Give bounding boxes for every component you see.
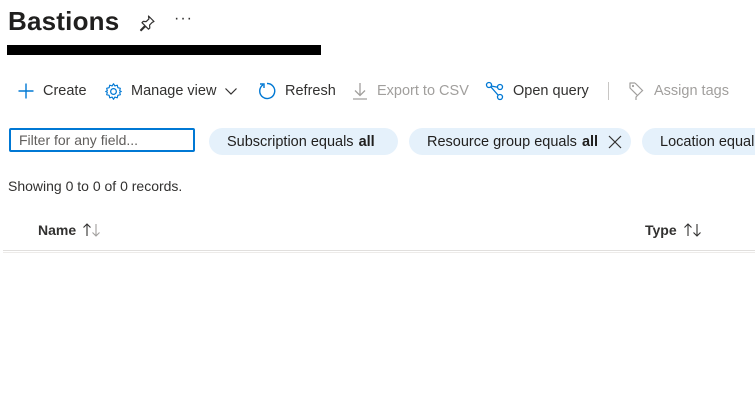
toolbar-separator xyxy=(608,82,609,100)
assign-tags-button[interactable]: Assign tags xyxy=(627,78,729,104)
manage-view-label: Manage view xyxy=(131,83,217,99)
plus-icon xyxy=(18,83,34,99)
filter-input[interactable] xyxy=(9,128,195,152)
table-header-divider xyxy=(3,250,755,251)
chevron-down-icon xyxy=(225,88,238,95)
export-csv-button[interactable]: Export to CSV xyxy=(351,78,469,104)
subscription-filter-label: Subscription equals xyxy=(227,133,354,150)
open-query-button[interactable]: Open query xyxy=(485,78,589,104)
open-query-label: Open query xyxy=(513,83,589,99)
refresh-icon xyxy=(259,82,276,100)
redacted-subtitle xyxy=(7,45,321,55)
sort-icon xyxy=(82,222,102,238)
column-header-type-label: Type xyxy=(645,222,677,238)
subscription-filter-value: all xyxy=(358,133,375,150)
records-count: Showing 0 to 0 of 0 records. xyxy=(8,178,183,194)
tag-icon xyxy=(629,82,644,100)
column-header-name-label: Name xyxy=(38,222,77,238)
gear-icon xyxy=(105,82,122,100)
more-options-icon[interactable]: ··· xyxy=(174,10,193,28)
location-filter-label: Location equal xyxy=(660,133,755,150)
table-header-divider-shadow xyxy=(3,252,755,253)
column-header-type[interactable]: Type xyxy=(645,222,703,238)
pin-icon[interactable] xyxy=(137,13,157,33)
refresh-button[interactable]: Refresh xyxy=(257,78,336,104)
location-filter-pill[interactable]: Location equal xyxy=(642,128,755,155)
query-graph-icon xyxy=(485,81,504,101)
column-header-name[interactable]: Name xyxy=(38,222,102,238)
export-csv-label: Export to CSV xyxy=(377,83,469,99)
resource-group-filter-value: all xyxy=(581,133,599,150)
close-icon[interactable] xyxy=(608,135,622,149)
download-icon xyxy=(353,83,367,100)
sort-icon xyxy=(683,222,703,238)
assign-tags-label: Assign tags xyxy=(654,83,729,99)
resource-group-filter-label: Resource group equals xyxy=(427,133,577,150)
page-title: Bastions xyxy=(8,6,120,36)
create-label: Create xyxy=(43,83,87,99)
manage-view-button[interactable]: Manage view xyxy=(104,78,239,104)
refresh-label: Refresh xyxy=(285,83,336,99)
resource-group-filter-pill[interactable]: Resource group equals all xyxy=(409,128,631,155)
command-toolbar: Create Manage view Refresh Export to CSV xyxy=(0,78,755,104)
subscription-filter-pill[interactable]: Subscription equals all xyxy=(209,128,398,155)
create-button[interactable]: Create xyxy=(17,78,87,104)
